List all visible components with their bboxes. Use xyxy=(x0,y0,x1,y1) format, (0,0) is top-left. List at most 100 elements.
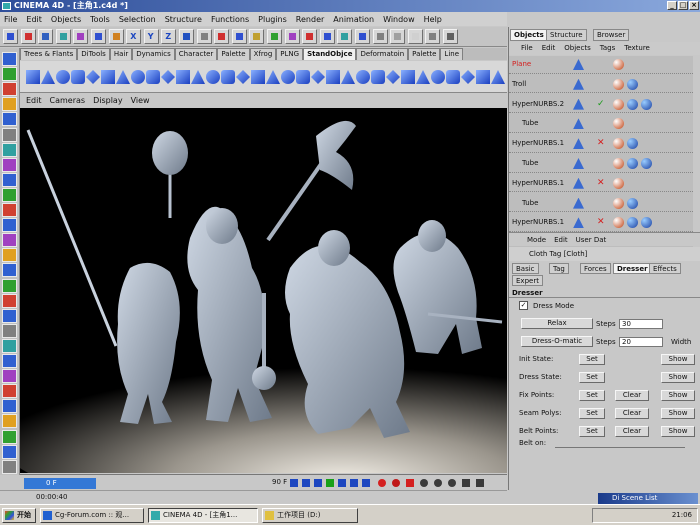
set-button[interactable]: Set xyxy=(579,390,605,401)
stage-icon[interactable] xyxy=(443,29,458,44)
material-tag-icon[interactable] xyxy=(641,98,652,110)
bodypaint-icon[interactable] xyxy=(2,218,17,233)
extrude-icon[interactable] xyxy=(2,293,17,308)
material-tag-icon[interactable] xyxy=(613,158,624,169)
figure-primitive-icon[interactable] xyxy=(236,70,250,84)
visibility-icon[interactable] xyxy=(573,197,584,209)
library-tab-8[interactable]: StandObjce xyxy=(303,48,357,60)
deformer-icon[interactable] xyxy=(302,29,318,44)
library-tab-10[interactable]: Palette xyxy=(408,48,441,60)
triangle-primitive-icon[interactable] xyxy=(71,70,85,84)
cube-icon[interactable] xyxy=(249,29,265,44)
object-row[interactable]: HyperNURBS.2 ✓ xyxy=(509,96,693,114)
object-row[interactable]: Tube xyxy=(509,195,693,213)
use-object-tool-icon[interactable] xyxy=(2,67,17,82)
scene-list-popup[interactable]: Di Scene List xyxy=(598,493,698,504)
cylinder-primitive-icon[interactable] xyxy=(101,70,115,84)
parameter-key-icon[interactable] xyxy=(462,479,470,487)
text-primitive-icon[interactable] xyxy=(266,70,280,84)
tweak-icon[interactable] xyxy=(2,187,17,202)
visibility-icon[interactable] xyxy=(573,98,584,110)
material-tag-icon[interactable] xyxy=(613,177,624,189)
render-view-icon[interactable] xyxy=(196,29,212,44)
axis-tool-icon[interactable] xyxy=(2,157,17,172)
minimize-icon[interactable]: _ xyxy=(667,1,677,10)
capsule-primitive-icon[interactable] xyxy=(191,70,205,84)
x-axis-icon[interactable]: X xyxy=(126,29,142,44)
bevel-icon[interactable] xyxy=(2,308,17,323)
paint-icon[interactable] xyxy=(2,203,17,217)
object-row[interactable]: HyperNURBS.1 ✕ xyxy=(509,214,693,232)
formula-primitive-icon[interactable] xyxy=(416,70,430,84)
viewport-menu-view[interactable]: View xyxy=(131,96,150,105)
library-tab-4[interactable]: Character xyxy=(174,48,218,60)
tab-structure[interactable]: Structure xyxy=(546,29,587,41)
tube-primitive-icon[interactable] xyxy=(221,70,235,84)
viewport-menu-cameras[interactable]: Cameras xyxy=(50,96,86,105)
nurbs-icon[interactable] xyxy=(267,29,282,44)
dress-steps-field[interactable]: 20 xyxy=(619,337,663,347)
rectangle-primitive-icon[interactable] xyxy=(461,70,475,84)
show-button[interactable]: Show xyxy=(661,426,695,437)
library-tab-1[interactable]: DiTools xyxy=(77,48,110,60)
checker-icon[interactable] xyxy=(2,127,17,142)
object-menu-file[interactable]: File xyxy=(521,42,533,55)
floor-icon[interactable] xyxy=(372,29,388,44)
play-backward-icon[interactable] xyxy=(314,479,322,487)
position-key-icon[interactable] xyxy=(420,479,428,487)
material-tag-icon[interactable] xyxy=(613,217,624,229)
viewport-menu-edit[interactable]: Edit xyxy=(26,96,42,105)
weld-icon[interactable] xyxy=(2,338,17,353)
material-tag-icon[interactable] xyxy=(613,59,624,70)
play-icon[interactable] xyxy=(326,479,334,487)
bend-icon[interactable] xyxy=(2,384,17,399)
landscape-primitive-icon[interactable] xyxy=(251,70,265,84)
material-tag-icon[interactable] xyxy=(613,78,624,90)
set-button[interactable]: Set xyxy=(579,354,605,365)
z-axis-icon[interactable]: Z xyxy=(161,29,177,44)
platonic-primitive-icon[interactable] xyxy=(296,70,310,84)
4side-primitive-icon[interactable] xyxy=(356,70,370,84)
menu-window[interactable]: Window xyxy=(383,15,415,24)
play-forward-icon[interactable] xyxy=(338,479,346,487)
uv-icon[interactable] xyxy=(2,233,17,248)
attr-menu-user-dat[interactable]: User Dat xyxy=(576,233,607,246)
taskbar-item-browser[interactable]: Cg-Forum.com :: 观... xyxy=(40,508,144,523)
rotate-icon[interactable] xyxy=(91,29,106,44)
star-primitive-icon[interactable] xyxy=(311,70,325,84)
go-to-end-icon[interactable] xyxy=(362,479,370,487)
arc-primitive-icon[interactable] xyxy=(491,70,505,84)
scale-icon[interactable] xyxy=(73,29,89,44)
menu-animation[interactable]: Animation xyxy=(333,15,374,24)
show-button[interactable]: Show xyxy=(661,390,695,401)
disc-primitive-icon[interactable] xyxy=(116,70,130,84)
object-menu-objects[interactable]: Objects xyxy=(564,42,590,55)
torus-primitive-icon[interactable] xyxy=(176,70,190,84)
visibility-icon[interactable] xyxy=(573,78,584,90)
visibility-icon[interactable] xyxy=(573,217,584,229)
go-to-start-icon[interactable] xyxy=(290,479,298,487)
library-tab-5[interactable]: Palette xyxy=(217,48,250,60)
material-tag-icon[interactable] xyxy=(627,158,638,169)
material-tag-icon[interactable] xyxy=(627,217,638,229)
tab-objects[interactable]: Objects xyxy=(510,29,548,41)
keyframe-selection-icon[interactable] xyxy=(406,479,414,487)
redo-icon[interactable] xyxy=(20,29,36,44)
attr-menu-mode[interactable]: Mode xyxy=(527,233,546,246)
menu-functions[interactable]: Functions xyxy=(211,15,249,24)
menu-tools[interactable]: Tools xyxy=(90,15,110,24)
tab-browser[interactable]: Browser xyxy=(593,29,630,41)
tab-dresser[interactable]: Dresser xyxy=(613,263,652,274)
point-key-icon[interactable] xyxy=(476,479,484,487)
object-menu-tags[interactable]: Tags xyxy=(600,42,616,55)
cogwheel-primitive-icon[interactable] xyxy=(386,70,400,84)
tab-forces[interactable]: Forces xyxy=(580,263,611,274)
taskbar-item-folder[interactable]: 工作项目 (D:) xyxy=(262,508,358,523)
helix-primitive-icon[interactable] xyxy=(446,70,460,84)
visibility-icon[interactable] xyxy=(573,158,584,169)
visibility-icon[interactable] xyxy=(573,118,584,130)
object-menu-texture[interactable]: Texture xyxy=(624,42,650,55)
material-tag-icon[interactable] xyxy=(627,98,638,110)
object-row[interactable]: Plane xyxy=(509,56,693,74)
menu-selection[interactable]: Selection xyxy=(119,15,156,24)
